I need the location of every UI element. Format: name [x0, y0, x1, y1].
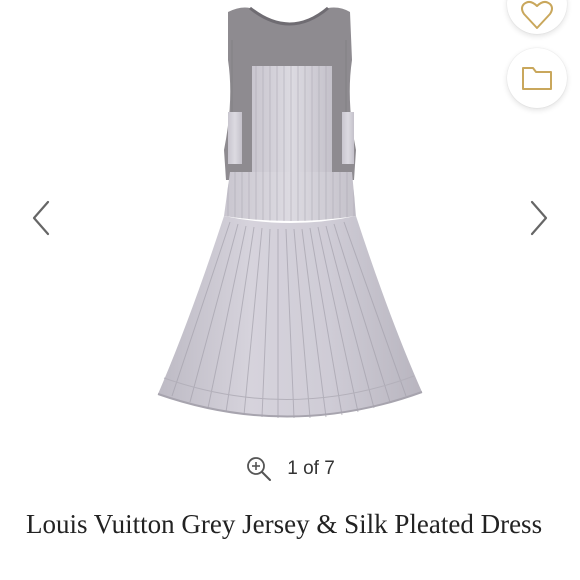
product-image[interactable]: [150, 0, 430, 440]
zoom-in-icon[interactable]: [245, 455, 273, 483]
image-counter-text: 1 of 7: [287, 458, 335, 479]
chevron-right-icon: [530, 200, 548, 236]
chevron-left-icon: [32, 200, 50, 236]
heart-icon: [521, 0, 553, 29]
product-title: Louis Vuitton Grey Jersey & Silk Pleated…: [26, 509, 543, 539]
save-to-collection-button[interactable]: [507, 48, 567, 108]
image-gallery: [0, 0, 580, 450]
image-counter: 1 of 7: [0, 454, 580, 484]
next-image-button[interactable]: [524, 198, 554, 238]
folder-icon: [522, 67, 552, 90]
like-button[interactable]: [507, 0, 567, 34]
previous-image-button[interactable]: [26, 198, 56, 238]
